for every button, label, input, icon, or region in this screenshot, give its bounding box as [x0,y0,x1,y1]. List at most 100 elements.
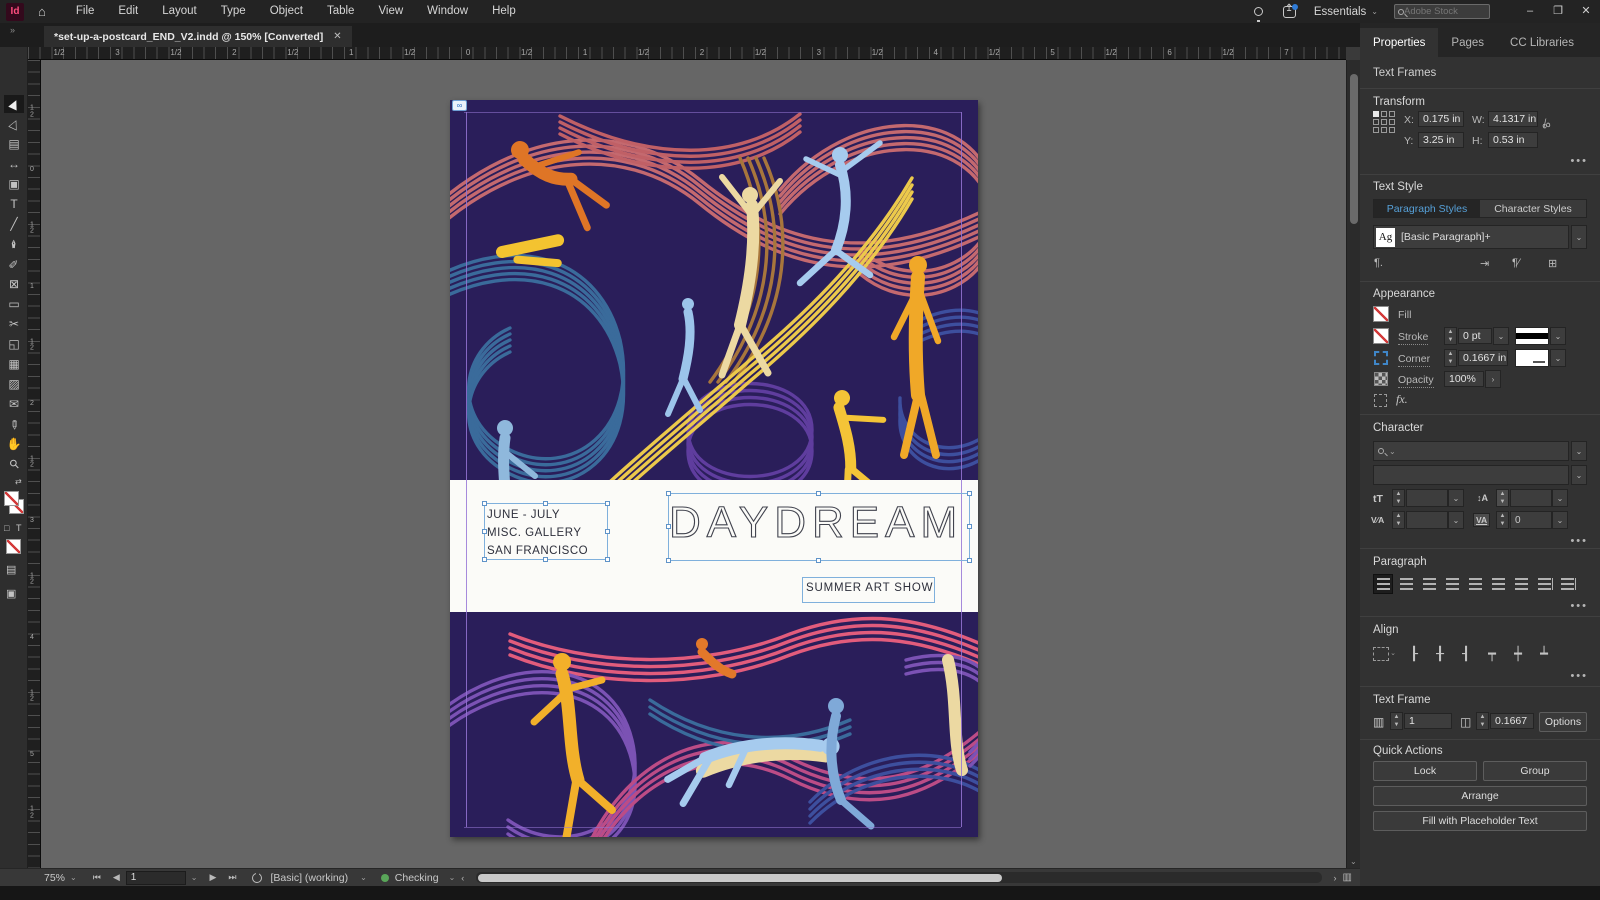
paragraph-align-align-toward-spine[interactable] [1534,574,1554,594]
arrange-button[interactable]: Arrange [1373,786,1587,806]
tool-type[interactable]: T [4,195,24,213]
corner-style-chevron[interactable]: ⌄ [1550,349,1566,367]
frame-handle[interactable] [605,528,610,534]
w-field[interactable] [1488,111,1538,127]
group-button[interactable]: Group [1483,761,1587,781]
gutter-field[interactable] [1490,713,1534,729]
tool-direct-selection[interactable]: ▷ [4,115,24,133]
panel-tab-cc-libraries[interactable]: CC Libraries [1497,28,1587,57]
scroll-right-icon[interactable]: › [1334,873,1337,883]
scroll-left-icon[interactable]: ‹ [461,873,464,883]
tracking-chevron[interactable]: ⌄ [1552,511,1568,529]
minimize-button[interactable]: – [1516,0,1544,23]
tool-scissors[interactable]: ✂ [4,315,24,333]
stroke-label[interactable]: Stroke [1398,331,1429,345]
last-page-button[interactable]: ⏭ [228,872,236,883]
menu[interactable]: Object [258,0,315,23]
chevron-down-icon[interactable]: ⌄ [191,873,198,882]
scroll-down-icon[interactable]: ⌄ [1350,857,1357,866]
leading-stepper[interactable]: ▲ ▼ [1496,489,1509,507]
tool-line[interactable]: ╱ [4,215,24,233]
paragraph-align-justify-left[interactable] [1442,574,1462,594]
paragraph-style-select[interactable]: Ag [Basic Paragraph]+ [1373,225,1569,249]
object-effects-icon[interactable] [1374,394,1387,407]
frame-handle[interactable] [666,558,671,563]
dates-text-frame[interactable]: JUNE - JULY MISC. GALLERY SAN FRANCISCO [482,501,610,562]
align-more-options[interactable]: ••• [1570,670,1588,682]
tool-note[interactable]: ✉ [4,395,24,413]
frame-handle[interactable] [543,501,548,506]
corner-label[interactable]: Corner [1398,353,1431,367]
lightbulb-icon[interactable] [1253,7,1263,22]
paragraph-more-options[interactable]: ••• [1570,600,1588,612]
document-tab[interactable]: *set-up-a-postcard_END_V2.indd @ 150% [C… [44,26,352,47]
dock-overflow-icon[interactable]: » [10,25,15,35]
frame-handle[interactable] [543,557,548,562]
preflight-preset[interactable]: [Basic] (working) [270,872,348,884]
tool-free-transform[interactable]: ◱ [4,335,24,353]
tool-gradient[interactable]: ▦ [4,355,24,373]
paragraph-align-justify-center[interactable] [1465,574,1485,594]
stroke-style-preview[interactable] [1515,327,1549,345]
canvas-pasteboard[interactable]: ∞ JUNE - JULY MISC. GALLERY SAN FRANCISC… [41,60,1346,868]
menu[interactable]: View [366,0,415,23]
postcard-page[interactable]: ∞ JUNE - JULY MISC. GALLERY SAN FRANCISC… [450,100,978,837]
menu[interactable]: Edit [106,0,150,23]
adobe-stock-search[interactable] [1394,4,1490,19]
first-page-button[interactable]: ⏮ [93,872,101,883]
stroke-weight-stepper[interactable]: ▲ ▼ [1444,327,1457,345]
stroke-weight-value[interactable]: 0 pt [1458,328,1492,344]
tool-selection[interactable]: ▶ [4,95,24,113]
font-family-select[interactable]: ⌄ [1373,441,1569,461]
stroke-weight-chevron[interactable]: ⌄ [1493,327,1509,345]
fill-color-swatch[interactable] [1373,306,1389,322]
fill-swatch[interactable] [4,491,19,506]
vertical-scrollbar[interactable]: ⌄ [1346,60,1360,868]
menu[interactable]: Help [480,0,528,23]
font-size-value[interactable] [1406,489,1448,507]
align-align-top[interactable]: ┯ [1482,644,1502,664]
align-align-right[interactable]: ┨ [1456,644,1476,664]
frame-handle[interactable] [666,491,671,496]
zoom-level-select[interactable]: 75% ⌄ [44,872,77,884]
lock-button[interactable]: Lock [1373,761,1477,781]
font-style-select[interactable] [1373,465,1569,485]
horizontal-ruler[interactable]: 1/2 3 1/2 2 1/2 1 1/2 0 1/2 1 1/2 2 1/2 3 1/2 4 1/2 5 1/2 6… [28,47,1346,60]
transform-more-options[interactable]: ••• [1570,155,1588,167]
frame-handle[interactable] [482,557,487,562]
tool-zoom[interactable]: ⚲ [4,455,24,473]
vertical-ruler[interactable]: 1 201 211 221 231 241 251 26 [28,60,41,868]
restore-button[interactable]: ❐ [1544,0,1572,23]
clear-overrides-icon[interactable]: ¶⁄ [1512,257,1520,269]
tracking-stepper[interactable]: ▲ ▼ [1496,511,1509,529]
horizontal-scrollbar[interactable] [476,872,1322,883]
columns-field[interactable] [1404,713,1452,729]
menu[interactable]: Table [315,0,367,23]
horizontal-scrollbar-thumb[interactable] [478,873,1003,882]
menu[interactable]: Layout [150,0,209,23]
corner-size-value[interactable]: 0.1667 in [1458,350,1508,366]
opacity-more-button[interactable]: › [1485,370,1501,388]
subtitle-text-frame[interactable]: SUMMER ART SHOW [802,577,935,603]
fill-with-placeholder-text-button[interactable]: Fill with Placeholder Text [1373,811,1587,831]
preview-mode-icon[interactable]: ▣ [6,587,16,600]
title-text-frame[interactable]: DAYDREAM [666,491,972,563]
style-tab-character-styles[interactable]: Character Styles [1480,200,1586,217]
frame-handle[interactable] [967,491,972,496]
workspace-switcher[interactable]: Essentials ⌄ [1314,6,1378,18]
frame-handle[interactable] [482,528,487,534]
font-family-chevron[interactable]: ⌄ [1571,441,1587,461]
fx-label[interactable]: fx. [1396,392,1408,407]
gutter-stepper[interactable]: ▲ ▼ [1476,712,1489,730]
close-button[interactable]: ✕ [1572,0,1600,23]
y-field[interactable] [1418,132,1464,148]
menu[interactable]: File [64,0,107,23]
paragraph-align-align-center[interactable] [1396,574,1416,594]
screen-mode-icon[interactable]: ▤ [6,563,16,576]
tool-frame[interactable]: ⊠ [4,275,24,293]
apply-none-swatch[interactable] [6,539,21,554]
swap-fill-stroke-icon[interactable]: ⇄ [15,477,22,486]
frame-handle[interactable] [666,524,671,529]
spread-view-icon[interactable]: ▥ [1343,872,1352,883]
frame-handle[interactable] [605,501,610,506]
